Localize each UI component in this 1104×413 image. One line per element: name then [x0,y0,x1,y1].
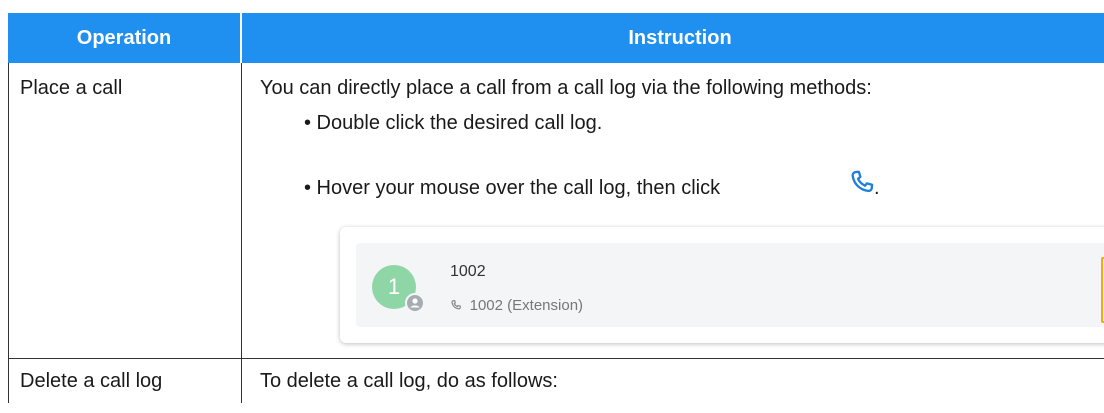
call-log-subtitle-row: 1002 (Extension) [450,297,583,314]
call-log-subtitle: 1002 (Extension) [469,297,584,314]
bullet-double-click: • Double click the desired call log. [304,112,603,134]
header-instruction: Instruction [242,13,1104,63]
phone-icon [848,168,876,196]
table-border-left [8,63,9,403]
row-place-call-intro: You can directly place a call from a cal… [260,77,872,99]
row-divider [8,358,1104,359]
bullet-hover-click: • Hover your mouse over the call log, th… [304,177,721,199]
header-operation: Operation [8,13,240,63]
phone-incoming-icon [450,298,466,313]
column-divider [241,63,242,403]
call-log-card[interactable]: 1 1002 1002 (Extension) [340,227,1104,343]
call-log-item[interactable]: 1 1002 1002 (Extension) [356,243,1104,327]
row-delete-log-operation: Delete a call log [20,370,163,392]
bullet-period: . [874,177,880,199]
row-delete-log-intro: To delete a call log, do as follows: [260,370,558,392]
call-log-name: 1002 [450,263,486,280]
operations-table: Operation Instruction Place a call You c… [8,13,1104,413]
contact-icon [405,293,425,313]
row-place-call-operation: Place a call [20,77,123,99]
